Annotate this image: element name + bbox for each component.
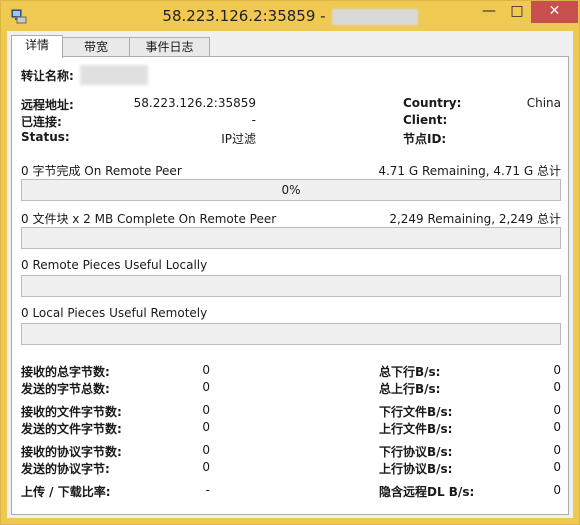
stat-label: 上行协议B/s: (379, 462, 453, 476)
window-client: 详情 带宽 事件日志 转让名称: 远程地址: 58.223.126.2:3585… (7, 31, 573, 518)
client-label: Client: (403, 113, 448, 127)
peer-properties-window: 58.223.126.2:35859 - — □ ✕ 详情 带宽 事件日志 转让… (0, 0, 580, 525)
stat-value: 0 (202, 403, 210, 417)
node-id-label: 节点ID: (403, 132, 447, 146)
redacted-name (331, 8, 418, 25)
upload-download-ratio-label: 上传 / 下载比率: (21, 485, 111, 499)
country-label: Country: (403, 96, 462, 110)
stat-label: 下行协议B/s: (379, 445, 453, 459)
stat-value: 0 (553, 443, 561, 457)
minimize-button[interactable]: — (475, 1, 503, 23)
status-label: Status: (21, 130, 70, 144)
pieces-remaining-label: 2,249 Remaining, 2,249 总计 (389, 212, 561, 226)
maximize-button[interactable]: □ (503, 1, 531, 23)
bytes-remaining-label: 4.71 G Remaining, 4.71 G 总计 (378, 164, 561, 178)
title-bar[interactable]: 58.223.126.2:35859 - — □ ✕ (1, 1, 579, 31)
pieces-progress-bar (21, 227, 561, 249)
remote-pieces-bar (21, 275, 561, 297)
stat-label: 发送的文件字节数: (21, 422, 122, 436)
connected-label: 已连接: (21, 115, 62, 129)
stat-label: 接收的协议字节数: (21, 445, 122, 459)
status-value: IP过滤 (221, 132, 256, 146)
close-button[interactable]: ✕ (531, 1, 578, 23)
stat-value: 0 (553, 380, 561, 394)
remote-pieces-useful-label: 0 Remote Pieces Useful Locally (21, 258, 208, 272)
pieces-complete-label: 0 文件块 x 2 MB Complete On Remote Peer (21, 212, 277, 226)
stat-label: 总下行B/s: (379, 365, 441, 379)
country-value: China (526, 96, 561, 110)
details-panel: 转让名称: 远程地址: 58.223.126.2:35859 已连接: - St… (11, 56, 569, 515)
remote-address-value: 58.223.126.2:35859 (133, 96, 256, 110)
tab-details[interactable]: 详情 (11, 35, 63, 58)
stat-value: 0 (553, 420, 561, 434)
stat-label: 接收的总字节数: (21, 365, 110, 379)
transfer-name-label: 转让名称: (21, 69, 74, 83)
local-pieces-useful-label: 0 Local Pieces Useful Remotely (21, 306, 208, 320)
stat-label: 下行文件B/s: (379, 405, 453, 419)
stat-label: 总上行B/s: (379, 382, 441, 396)
bytes-progress-text: 0% (281, 183, 301, 197)
remote-address-label: 远程地址: (21, 98, 74, 112)
transfer-name-value-redacted (80, 65, 148, 85)
bytes-progress-bar: 0% (21, 179, 561, 201)
local-pieces-bar (21, 323, 561, 345)
stat-value: 0 (553, 460, 561, 474)
stat-value: 0 (202, 363, 210, 377)
stat-label: 发送的字节总数: (21, 382, 110, 396)
connected-value: - (251, 113, 256, 127)
stat-value: 0 (202, 443, 210, 457)
stat-value: 0 (202, 380, 210, 394)
bytes-complete-label: 0 字节完成 On Remote Peer (21, 164, 182, 178)
tab-bandwidth[interactable]: 带宽 (62, 37, 130, 57)
stat-value: 0 (202, 420, 210, 434)
stat-value: 0 (553, 403, 561, 417)
stat-label: 发送的协议字节: (21, 462, 110, 476)
stat-label: 上行文件B/s: (379, 422, 453, 436)
upload-download-ratio-value: - (205, 483, 210, 497)
implied-remote-dl-label: 隐含远程DL B/s: (379, 485, 475, 499)
implied-remote-dl-value: 0 (553, 483, 561, 497)
stat-value: 0 (202, 460, 210, 474)
stat-value: 0 (553, 363, 561, 377)
stat-label: 接收的文件字节数: (21, 405, 122, 419)
tab-event-log[interactable]: 事件日志 (129, 37, 210, 57)
